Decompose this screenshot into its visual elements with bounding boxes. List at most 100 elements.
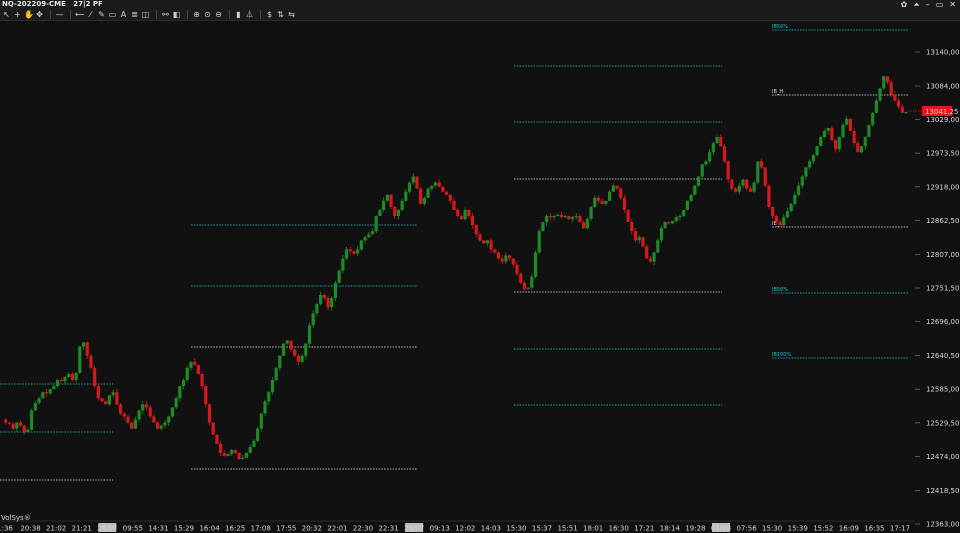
candle-body [648,258,652,262]
candle-body [867,124,871,138]
double-up-icon[interactable]: ⏶ [913,0,919,9]
candle-body [356,249,360,254]
zoom-fit-icon[interactable]: ⊙ [203,10,212,19]
candle-body [252,440,256,447]
candle-body [15,422,19,429]
candle-body [126,416,130,423]
candle-body [608,191,612,201]
toolbar-divider [70,10,71,19]
candle-body [430,185,434,189]
price-tick-label: 12807,00 [926,251,959,259]
candle-body [811,155,815,162]
candle-body [526,287,530,289]
time-axis-label: 16:30 [609,525,629,533]
candle-body [796,185,801,195]
candle-body [619,188,623,198]
pointer-icon[interactable]: ↖ [2,10,11,19]
pen-icon[interactable]: ✎ [97,10,106,19]
candle-body [218,443,223,453]
time-axis-date-marker: 01/08 [711,525,731,533]
candle-body [437,182,441,187]
candle-body [689,194,693,201]
move-icon[interactable]: ✥ [35,10,44,19]
candle-body [670,220,675,224]
time-axis-label: 15:30 [762,525,782,533]
candle-body [719,137,723,147]
price-chart[interactable]: IB50% IB_H IB_L IB50% IB100% 13140,00130… [0,22,960,533]
candle-body [30,410,34,430]
chart-type-subtitle[interactable]: 27|2 PF [73,0,103,8]
candle-body [207,404,212,423]
candle-body [489,240,493,250]
price-tick-label: 12696,00 [926,318,959,326]
zoom-out-icon[interactable]: ⊖ [214,10,223,19]
ray-icon[interactable]: ⟵ [75,10,84,19]
time-axis-label: 12:02 [455,525,475,533]
candle-body [467,209,471,217]
time-axis-label: 09:13 [430,525,450,533]
dollar-icon[interactable]: $ [265,10,274,19]
minimize-icon[interactable]: – [926,0,930,9]
candle-body [589,206,593,220]
candle-body [822,130,827,138]
candle-body [778,222,782,226]
candle-body [159,425,163,429]
candle-body [4,419,8,423]
eraser-icon[interactable]: ◫ [141,10,150,19]
time-axis-label: 17:17 [890,525,910,533]
hand-icon[interactable]: ✋ [24,10,33,19]
candle-body [793,194,797,204]
fib-icon[interactable]: ≣ [130,10,139,19]
candle-body [841,124,845,138]
time-axis-label: 16:35 [864,525,884,533]
time-axis: 1:36 20:38 21:02 21:21 28/07 09:55 14:31 15:29 1… [0,523,910,533]
candle-body [130,422,134,429]
hline-icon[interactable]: — [55,10,64,19]
crosshair-icon[interactable]: + [13,10,22,19]
bar-style-icon[interactable]: ▮ [234,10,243,19]
line-icon[interactable]: ⁄ [86,10,95,19]
chart-type-icon[interactable]: ⏃ [245,10,254,19]
candle-body [611,185,615,192]
price-tick-label: 12474,00 [926,453,959,461]
time-axis-label: 22:30 [353,525,373,533]
candle-body [244,452,249,458]
candle-body [767,185,771,207]
candle-body [570,217,575,220]
candle-body [537,231,541,253]
toolbar-divider [260,10,261,19]
link-icon[interactable]: ⚯ [161,10,170,19]
candle-body [78,346,82,373]
candle-body [500,258,504,262]
toolbar-divider [50,10,51,19]
rectangle-icon[interactable]: ▭ [108,10,117,19]
candle-body [704,161,708,165]
arrows-updown-icon[interactable]: ⇅ [276,10,285,19]
instrument-title[interactable]: NQ-202209-CME [2,0,66,8]
close-icon[interactable]: ✕ [949,0,956,9]
zoom-in-icon[interactable]: ⊕ [192,10,201,19]
candle-body [733,188,738,192]
vendor-watermark: VolSys® [1,514,31,522]
candle-body [456,209,460,217]
candle-body [81,342,86,347]
text-icon[interactable]: A [119,10,128,19]
candle-body [652,252,656,262]
flip-icon[interactable]: ⇆ [287,10,296,19]
candle-body [567,216,571,220]
candle-body [322,294,326,299]
time-axis-label: 14:03 [481,525,501,533]
candle-body [859,146,864,153]
candle-body [726,161,730,180]
time-axis-date-marker: 28/07 [97,525,117,533]
time-axis-label: 07:56 [736,525,757,533]
candle-body [782,217,786,226]
gear-icon[interactable]: ✿ [901,0,908,9]
candle-body [48,389,52,394]
candle-body [185,367,189,381]
template-icon[interactable]: ◧ [172,10,181,19]
window-titlebar: NQ-202209-CME 27|2 PF ✿ ⏶ – ▭ ✕ [0,0,960,9]
price-tick-label: 12973,50 [926,150,959,158]
restore-icon[interactable]: ▭ [936,0,944,9]
time-axis-label: 1:36 [0,525,13,533]
